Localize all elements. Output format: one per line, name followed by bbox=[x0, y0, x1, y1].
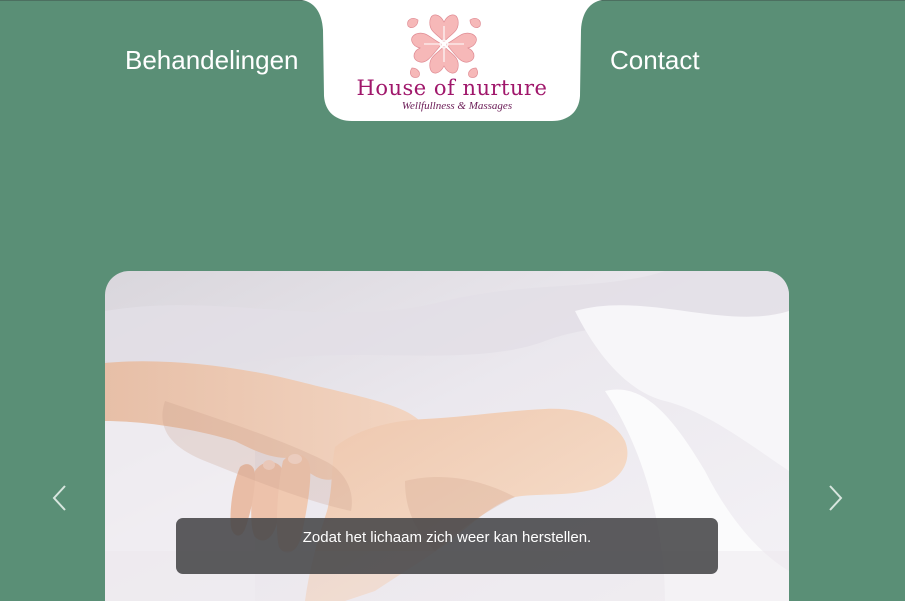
logo-subtitle: Wellfullness & Massages bbox=[401, 100, 513, 112]
carousel-caption: Zodat het lichaam zich weer kan herstell… bbox=[176, 518, 718, 574]
nav-link-contact[interactable]: Contact bbox=[610, 42, 700, 78]
chevron-right-icon[interactable] bbox=[823, 483, 847, 513]
logo-title: House of nurture bbox=[356, 76, 548, 100]
nav-link-behandelingen[interactable]: Behandelingen bbox=[125, 42, 299, 78]
logo[interactable]: House of nurture Wellfullness & Massages bbox=[302, 0, 602, 121]
flower-emblem-icon bbox=[407, 14, 481, 78]
chevron-left-icon[interactable] bbox=[48, 483, 72, 513]
